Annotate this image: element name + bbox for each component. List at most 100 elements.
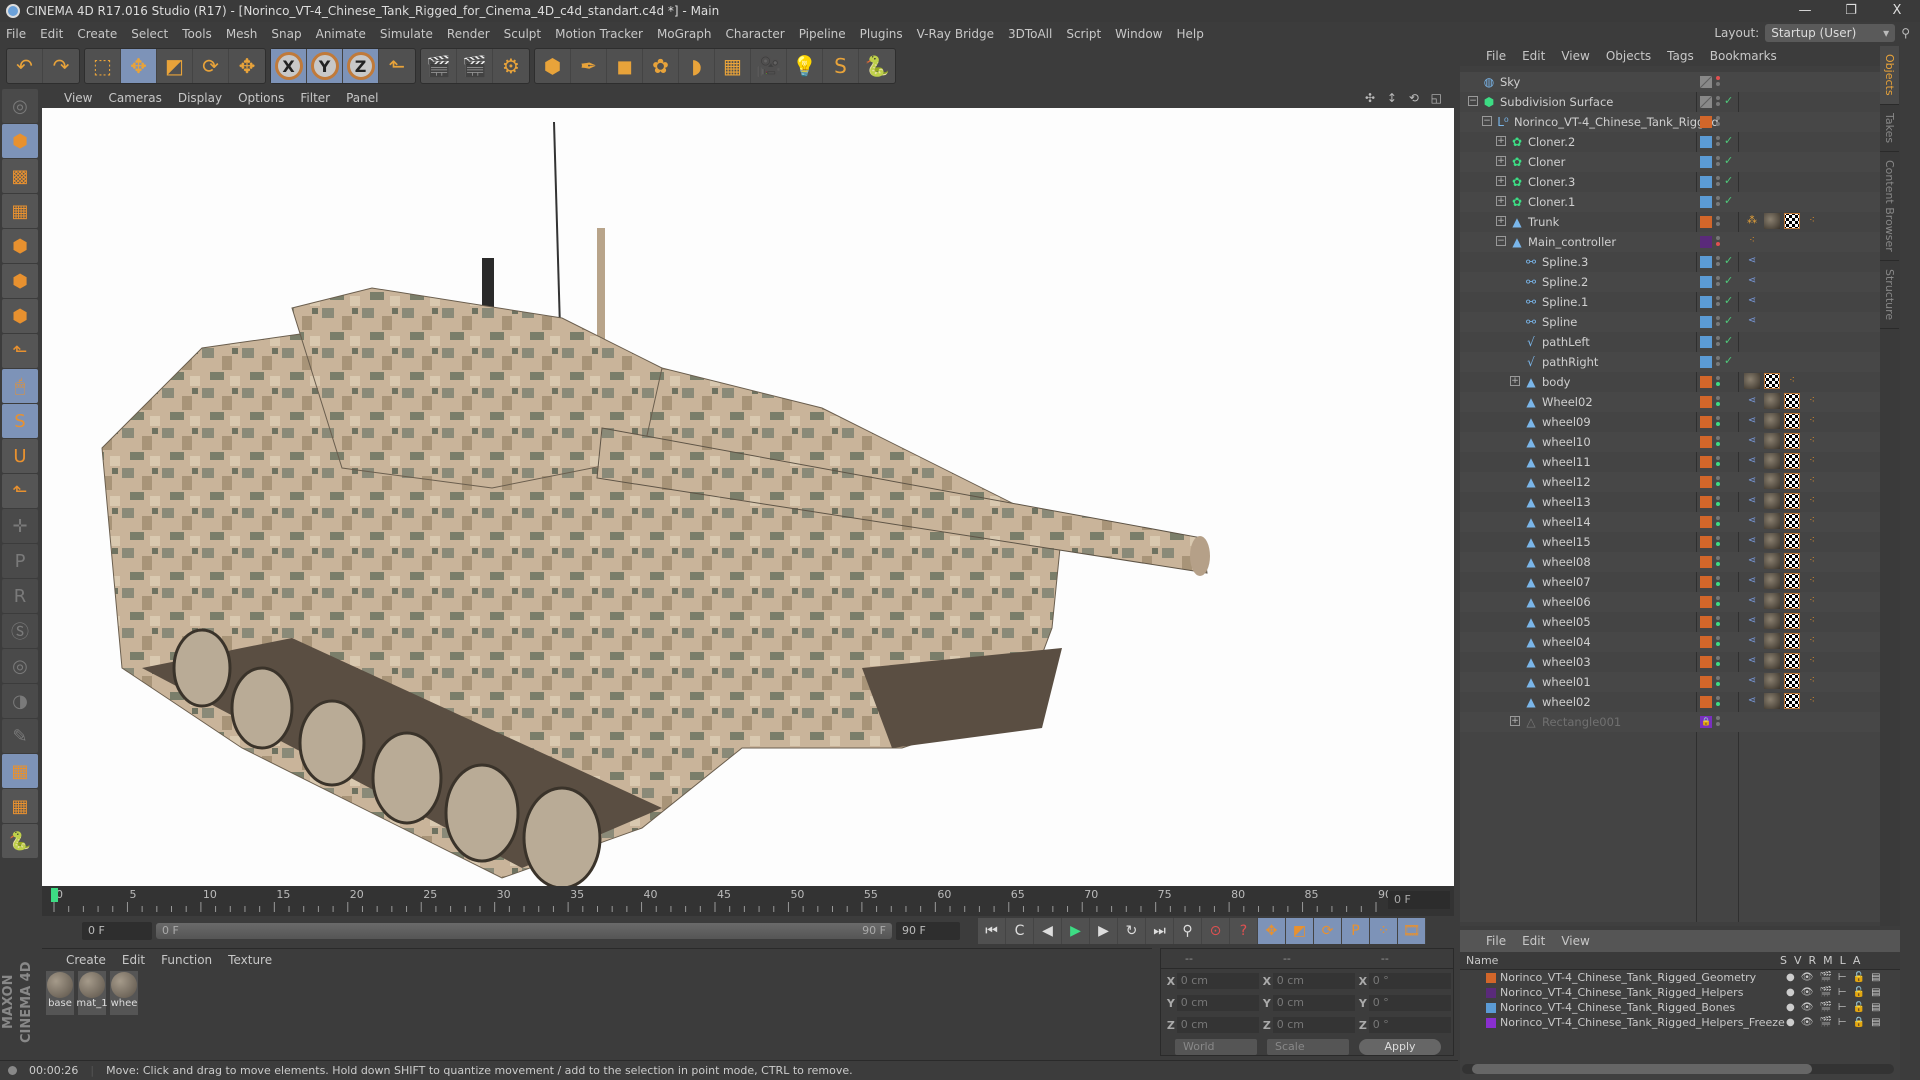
- texture-tag-icon[interactable]: [1784, 433, 1800, 449]
- spline-ik-tag-icon[interactable]: ⋖: [1744, 573, 1760, 589]
- camera-button[interactable]: 🎥: [751, 49, 787, 83]
- material-tag-icon[interactable]: [1764, 213, 1780, 229]
- visibility-dots-icon[interactable]: [1716, 114, 1720, 130]
- layer-color-swatch[interactable]: [1700, 496, 1712, 508]
- material-tag-icon[interactable]: [1764, 453, 1780, 469]
- expand-toggle-icon[interactable]: +: [1510, 716, 1520, 726]
- material-menu-create[interactable]: Create: [66, 953, 106, 967]
- visibility-dots-icon[interactable]: [1716, 494, 1720, 510]
- key-parameter-button[interactable]: P: [1342, 918, 1370, 944]
- keyframe-button[interactable]: ◑: [2, 684, 38, 718]
- layer-scrollbar[interactable]: [1462, 1064, 1894, 1074]
- coord-pos-z-field[interactable]: 0 cm: [1176, 1017, 1259, 1033]
- texture-tag-icon[interactable]: [1784, 413, 1800, 429]
- spline-ik-tag-icon[interactable]: ⋖: [1744, 633, 1760, 649]
- spline-ik-tag-icon[interactable]: ⋖: [1744, 253, 1760, 269]
- spline-ik-tag-icon[interactable]: ⋖: [1744, 553, 1760, 569]
- record-keys-button[interactable]: ⚲: [1174, 918, 1202, 944]
- next-frame-button[interactable]: ▶: [1090, 918, 1118, 944]
- manager-icon[interactable]: ⊢: [1838, 972, 1847, 983]
- layer-color-swatch[interactable]: [1700, 456, 1712, 468]
- animation-icon[interactable]: ▤: [1871, 1017, 1880, 1028]
- apply-button[interactable]: Apply: [1359, 1039, 1441, 1055]
- layer-color-swatch[interactable]: [1700, 176, 1712, 188]
- go-to-end-button[interactable]: ⏭: [1146, 918, 1174, 944]
- texture-tag-icon[interactable]: [1784, 573, 1800, 589]
- menu-plugins[interactable]: Plugins: [860, 27, 903, 41]
- weight-tag-icon[interactable]: ⁖: [1804, 553, 1820, 569]
- material-tag-icon[interactable]: [1764, 573, 1780, 589]
- object-row[interactable]: ◍ Sky: [1460, 72, 1897, 92]
- object-row[interactable]: ▲ wheel13 ⋖ ⁖: [1460, 492, 1897, 512]
- object-row[interactable]: ▲ wheel14 ⋖ ⁖: [1460, 512, 1897, 532]
- start-frame-field[interactable]: 0 F: [82, 922, 152, 940]
- light-button[interactable]: 💡: [787, 49, 823, 83]
- layer-color-swatch[interactable]: [1486, 1018, 1496, 1028]
- param-r-button[interactable]: R: [2, 579, 38, 613]
- end-frame-field[interactable]: 90 F: [896, 922, 960, 940]
- object-row[interactable]: ⚯ Spline.2 ✓ ⋖: [1460, 272, 1897, 292]
- manager-icon[interactable]: ⊢: [1838, 1002, 1847, 1013]
- weight-tag-icon[interactable]: ⁖: [1804, 473, 1820, 489]
- visible-eye-icon[interactable]: 👁: [1801, 1002, 1814, 1013]
- x-axis-button[interactable]: X: [271, 49, 307, 83]
- layer-col-r[interactable]: R: [1809, 954, 1817, 967]
- visibility-dots-icon[interactable]: [1716, 634, 1720, 650]
- visibility-dots-icon[interactable]: [1716, 154, 1720, 170]
- layer-color-swatch[interactable]: [1486, 988, 1496, 998]
- param-psr-button[interactable]: Ⓢ: [2, 614, 38, 648]
- object-row[interactable]: − L⁰ Norinco_VT-4_Chinese_Tank_Rigged: [1460, 112, 1897, 132]
- menu-mesh[interactable]: Mesh: [226, 27, 258, 41]
- layer-color-swatch[interactable]: [1700, 136, 1712, 148]
- object-menu-tags[interactable]: Tags: [1667, 49, 1694, 63]
- layer-row[interactable]: Norinco_VT-4_Chinese_Tank_Rigged_Bones ● 👁…: [1460, 1000, 1900, 1015]
- object-row[interactable]: ▲ wheel06 ⋖ ⁖: [1460, 592, 1897, 612]
- layer-col-s[interactable]: S: [1780, 954, 1787, 967]
- object-menu-view[interactable]: View: [1561, 49, 1589, 63]
- menu-tools[interactable]: Tools: [182, 27, 212, 41]
- visibility-dots-icon[interactable]: [1716, 274, 1720, 290]
- layer-row[interactable]: Norinco_VT-4_Chinese_Tank_Rigged_Helpers…: [1460, 985, 1900, 1000]
- pin-button[interactable]: ✎: [2, 719, 38, 753]
- previous-frame-button[interactable]: ◀: [1034, 918, 1062, 944]
- material-tag-icon[interactable]: [1764, 413, 1780, 429]
- solo-dot-icon[interactable]: ●: [1786, 987, 1795, 998]
- animation-icon[interactable]: ▤: [1871, 972, 1880, 983]
- key-pla-button[interactable]: ⁘: [1370, 918, 1398, 944]
- material-tag-icon[interactable]: [1764, 653, 1780, 669]
- material-tag-icon[interactable]: [1764, 533, 1780, 549]
- viewport-menu-display[interactable]: Display: [178, 91, 222, 105]
- material-tag-icon[interactable]: [1764, 433, 1780, 449]
- coord-mode-dropdown[interactable]: World: [1175, 1039, 1257, 1055]
- object-row[interactable]: ⚯ Spline ✓ ⋖: [1460, 312, 1897, 332]
- object-row[interactable]: ▲ wheel09 ⋖ ⁖: [1460, 412, 1897, 432]
- menu-animate[interactable]: Animate: [316, 27, 366, 41]
- viewport-menu-options[interactable]: Options: [238, 91, 284, 105]
- layer-color-swatch[interactable]: [1700, 396, 1712, 408]
- layer-color-swatch[interactable]: [1700, 376, 1712, 388]
- locked-workplane-button[interactable]: ⬑: [2, 474, 38, 508]
- spline-ik-tag-icon[interactable]: ⋖: [1744, 453, 1760, 469]
- layer-color-swatch[interactable]: [1700, 356, 1712, 368]
- object-row[interactable]: + ✿ Cloner ✓: [1460, 152, 1897, 172]
- visibility-dots-icon[interactable]: [1716, 334, 1720, 350]
- object-row[interactable]: ▲ wheel10 ⋖ ⁖: [1460, 432, 1897, 452]
- weight-tag-icon[interactable]: ⁖: [1804, 533, 1820, 549]
- animation-icon[interactable]: ▤: [1871, 987, 1880, 998]
- layer-menu-view[interactable]: View: [1561, 934, 1589, 948]
- render-clapper-icon[interactable]: 🎬: [1819, 987, 1831, 998]
- object-row[interactable]: + ▲ body ⁖: [1460, 372, 1897, 392]
- workplane-lock-button[interactable]: ▦: [2, 754, 38, 788]
- weight-tag-icon[interactable]: ⁖: [1784, 373, 1800, 389]
- enabled-check-icon[interactable]: ✓: [1724, 274, 1733, 287]
- texture-tag-icon[interactable]: [1784, 613, 1800, 629]
- material-swatch[interactable]: base: [46, 971, 74, 1015]
- layer-color-swatch[interactable]: [1700, 296, 1712, 308]
- subdivision-button[interactable]: ◼: [607, 49, 643, 83]
- material-tag-icon[interactable]: [1764, 673, 1780, 689]
- menu-3dtoall[interactable]: 3DToAll: [1008, 27, 1052, 41]
- material-menu-function[interactable]: Function: [161, 953, 212, 967]
- visibility-dots-icon[interactable]: [1716, 394, 1720, 410]
- viewport-canvas[interactable]: [42, 108, 1454, 886]
- collapse-toggle-icon[interactable]: −: [1496, 236, 1506, 246]
